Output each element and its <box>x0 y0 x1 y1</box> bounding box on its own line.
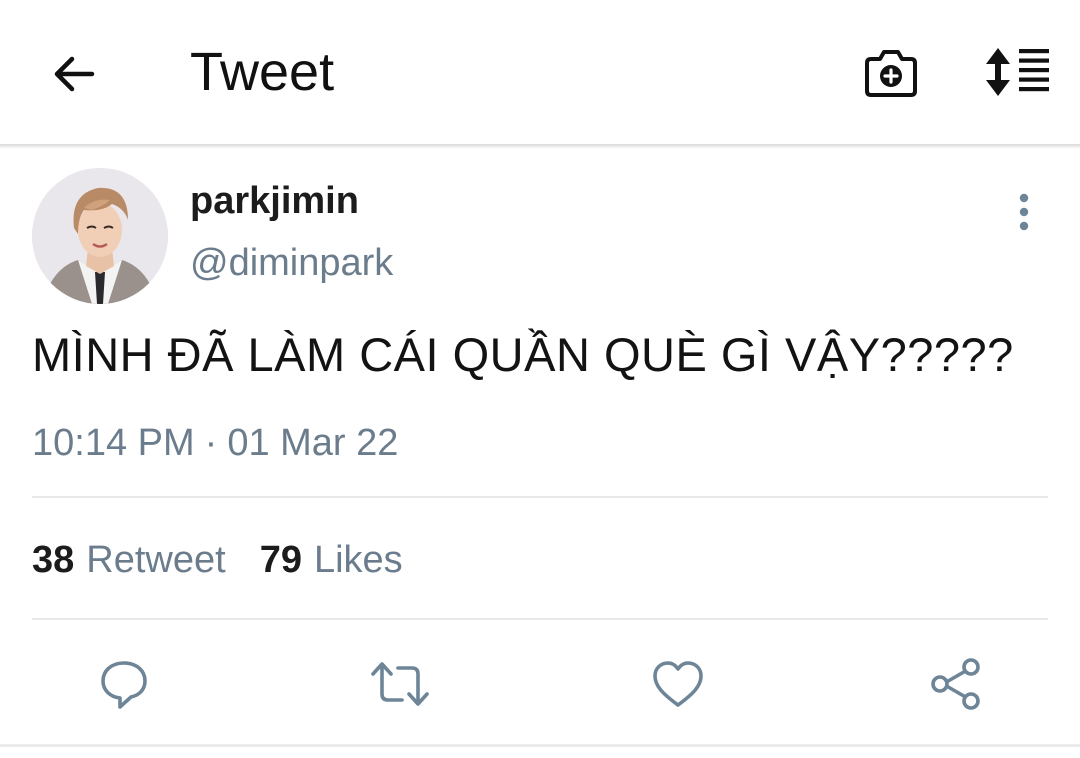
tweet-date: 01 Mar 22 <box>227 422 399 464</box>
tweet-timestamp: 10:14 PM · 01 Mar 22 <box>32 420 398 466</box>
likes-label: Likes <box>313 539 403 581</box>
retweet-stat[interactable]: 38 Retweet <box>32 539 226 581</box>
arrow-left-icon <box>54 56 95 92</box>
page-title: Tweet <box>190 42 335 102</box>
likes-stat[interactable]: 79 Likes <box>260 539 403 581</box>
timestamp-separator: · <box>204 422 218 464</box>
heart-icon <box>653 661 703 707</box>
camera-plus-icon <box>865 50 917 97</box>
retweet-count: 38 <box>32 539 75 581</box>
tweet-text: MÌNH ĐÃ LÀM CÁI QUẦN QUÈ GÌ VẬY????? <box>32 328 1014 381</box>
reply-button[interactable] <box>92 652 156 716</box>
bottom-divider <box>0 744 1080 747</box>
more-vertical-icon <box>1019 193 1029 231</box>
tweet-stats: 38 Retweet 79 Likes <box>32 536 403 584</box>
sort-list-icon <box>986 48 1049 96</box>
avatar-image <box>32 168 168 304</box>
more-options-button[interactable] <box>1006 190 1042 234</box>
share-icon <box>931 658 980 710</box>
tweet-detail-screen: Tweet parkjimin @diminpark MÌNH ĐÃ LÀM C… <box>0 0 1080 758</box>
divider <box>32 496 1048 498</box>
back-button[interactable] <box>46 46 102 102</box>
tweet-time: 10:14 PM <box>32 422 195 464</box>
divider <box>32 618 1048 620</box>
app-header: Tweet <box>0 0 1080 146</box>
likes-count: 79 <box>259 539 302 581</box>
reply-bubble-icon <box>101 661 147 709</box>
avatar[interactable] <box>32 168 168 304</box>
header-shadow <box>0 144 1080 149</box>
author-display-name[interactable]: parkjimin <box>190 178 359 224</box>
retweet-icon <box>371 662 429 706</box>
share-button[interactable] <box>924 652 988 716</box>
like-button[interactable] <box>646 652 710 716</box>
retweet-label: Retweet <box>86 539 226 581</box>
camera-button[interactable] <box>860 44 922 102</box>
sort-button[interactable] <box>980 44 1054 100</box>
author-handle[interactable]: @diminpark <box>190 240 393 286</box>
retweet-button[interactable] <box>368 652 432 716</box>
